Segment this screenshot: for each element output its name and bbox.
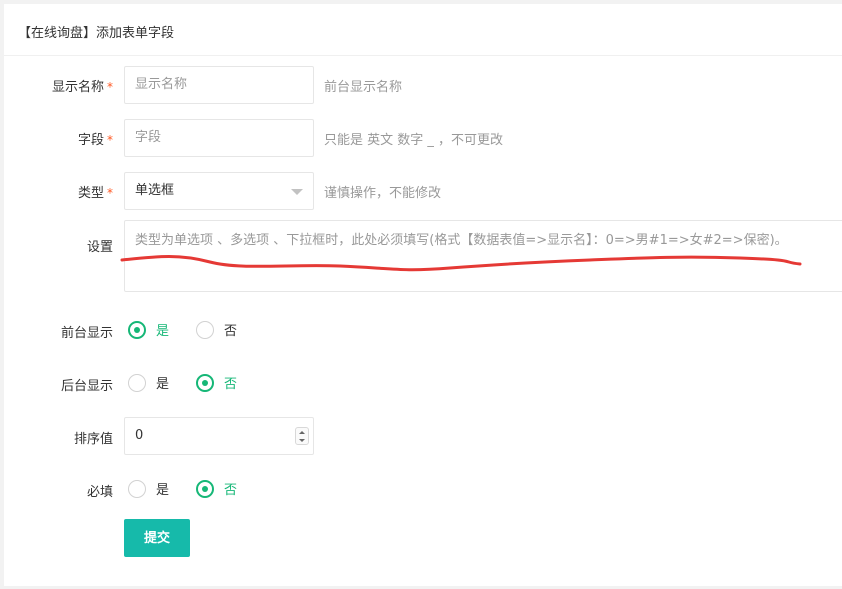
type-row: 类型 * 单选框 谨慎操作，不能修改 — [0, 172, 842, 210]
panel-title: 【在线询盘】添加表单字段 — [4, 4, 842, 56]
required-label: 必填 — [86, 485, 113, 500]
back-display-no-radio[interactable]: 否 — [196, 373, 237, 392]
radio-checked-icon — [196, 373, 214, 392]
sort-value: 0 — [135, 428, 144, 443]
required-mark: * — [107, 80, 113, 94]
radio-unchecked-icon — [128, 479, 146, 498]
field-label: 字段 * — [77, 133, 113, 148]
front-display-label: 前台显示 — [60, 326, 113, 341]
field-hint: 只能是 英文 数字 _ ，不可更改 — [324, 133, 504, 148]
red-underline-annotation — [120, 255, 802, 272]
type-select[interactable]: 单选框 — [124, 172, 314, 210]
front-display-yes-radio[interactable]: 是 — [128, 320, 169, 339]
radio-unchecked-icon — [128, 373, 146, 392]
sort-number-input[interactable]: 0 — [124, 417, 314, 455]
type-hint: 谨慎操作，不能修改 — [324, 186, 442, 201]
required-yes-radio[interactable]: 是 — [128, 479, 169, 498]
back-display-label: 后台显示 — [60, 379, 113, 394]
back-display-yes-radio[interactable]: 是 — [128, 373, 169, 392]
sort-label: 排序值 — [73, 432, 113, 447]
sort-row: 排序值 0 — [0, 417, 842, 455]
field-row: 字段 * 字段 只能是 英文 数字 _ ，不可更改 — [0, 119, 842, 157]
radio-checked-icon — [196, 479, 214, 498]
front-display-no-radio[interactable]: 否 — [196, 320, 237, 339]
submit-button[interactable]: 提交 — [124, 519, 190, 557]
stepper-arrows-icon[interactable] — [295, 427, 309, 445]
radio-checked-icon — [128, 320, 146, 339]
display-name-row: 显示名称 * 显示名称 前台显示名称 — [0, 66, 842, 104]
display-name-label: 显示名称 * — [51, 80, 113, 95]
required-mark: * — [107, 186, 113, 200]
required-no-radio[interactable]: 否 — [196, 479, 237, 498]
type-label: 类型 * — [77, 186, 113, 201]
type-select-value: 单选框 — [135, 183, 175, 198]
required-mark: * — [107, 133, 113, 147]
field-input[interactable]: 字段 — [124, 119, 314, 157]
radio-unchecked-icon — [196, 320, 214, 339]
display-name-hint: 前台显示名称 — [324, 80, 403, 95]
settings-label: 设置 — [86, 240, 113, 255]
display-name-input[interactable]: 显示名称 — [124, 66, 314, 104]
caret-down-icon — [291, 189, 303, 195]
